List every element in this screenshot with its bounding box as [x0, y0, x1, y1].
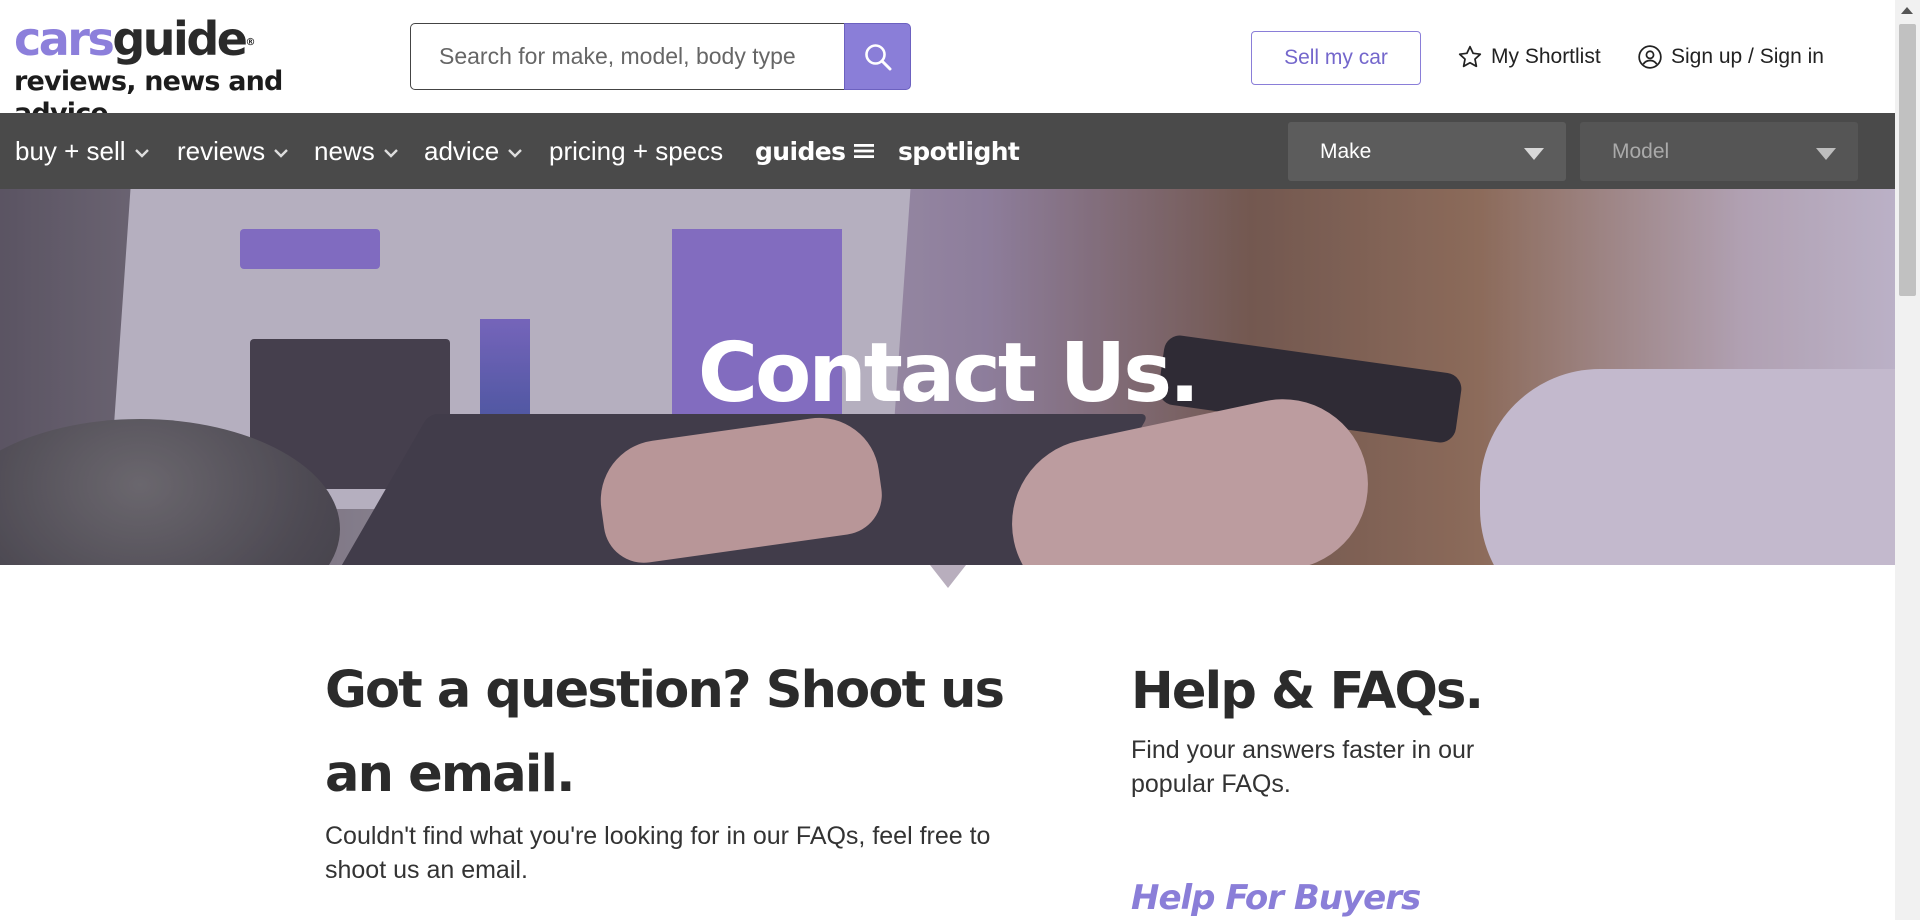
page-scrollbar[interactable] — [1895, 0, 1920, 920]
model-select[interactable]: Model — [1580, 122, 1858, 181]
nav-buy-sell[interactable]: buy + sell — [15, 113, 150, 189]
faqs-section: Help & FAQs. Find your answers faster in… — [1131, 662, 1601, 801]
scroll-up-arrow-icon[interactable] — [1901, 7, 1913, 14]
faqs-text: Find your answers faster in our popular … — [1131, 736, 1475, 798]
dropdown-arrow-icon — [1816, 148, 1836, 160]
user-circle-icon — [1638, 45, 1662, 69]
sign-in-link[interactable]: Sign up / Sign in — [1637, 42, 1824, 72]
site-header: carsguide® reviews, news and advice Sell… — [0, 0, 1895, 129]
nav-guides[interactable]: guides — [755, 113, 875, 189]
nav-news[interactable]: news — [314, 113, 399, 189]
my-shortlist-link[interactable]: My Shortlist — [1457, 42, 1601, 72]
nav-reviews-label: reviews — [177, 135, 266, 166]
dropdown-arrow-icon — [1524, 148, 1544, 160]
search-button[interactable] — [844, 23, 911, 90]
star-icon — [1458, 45, 1482, 68]
help-for-buyers-link[interactable]: Help For Buyers — [1131, 878, 1421, 918]
logo-wordmark: carsguide® — [14, 14, 374, 64]
nav-advice[interactable]: advice — [424, 113, 523, 189]
nav-spotlight[interactable]: spotlight — [898, 113, 1020, 189]
nav-reviews[interactable]: reviews — [177, 113, 289, 189]
hamburger-menu-icon — [854, 144, 875, 158]
make-select[interactable]: Make — [1288, 122, 1566, 181]
scrollbar-thumb[interactable] — [1899, 24, 1916, 296]
nav-guides-label: guides — [755, 136, 846, 166]
contact-section: Got a question? Shoot us an email. Could… — [325, 661, 1085, 887]
chevron-down-icon — [134, 149, 149, 158]
search-icon — [864, 43, 891, 70]
page-title: Contact Us. — [697, 326, 1200, 421]
nav-news-label: news — [314, 135, 375, 166]
logo-cars: cars — [14, 12, 115, 66]
logo-registered-mark: ® — [245, 37, 256, 48]
contact-heading: Got a question? Shoot us an email. — [325, 661, 1005, 804]
main-nav: buy + sell reviews news advice pricing +… — [0, 113, 1895, 189]
chevron-down-icon — [274, 149, 288, 158]
chevron-down-icon — [508, 149, 523, 158]
hero-banner: Contact Us. — [0, 189, 1895, 565]
chevron-down-icon — [383, 149, 398, 158]
sign-in-label: Sign up / Sign in — [1671, 45, 1824, 68]
nav-buy-sell-label: buy + sell — [15, 135, 126, 166]
logo-guide: guide — [112, 12, 248, 66]
hero-pointer — [930, 565, 966, 588]
nav-pricing-specs[interactable]: pricing + specs — [549, 113, 723, 189]
contact-text: Couldn't find what you're looking for in… — [325, 822, 991, 884]
shortlist-label: My Shortlist — [1491, 45, 1601, 68]
carsguide-logo[interactable]: carsguide® reviews, news and advice — [14, 14, 374, 129]
sell-my-car-button[interactable]: Sell my car — [1251, 31, 1421, 85]
faqs-heading: Help & FAQs. — [1131, 662, 1484, 721]
make-select-label: Make — [1320, 139, 1372, 163]
search-bar — [410, 23, 911, 90]
model-select-label: Model — [1612, 139, 1670, 163]
nav-advice-label: advice — [424, 135, 500, 166]
search-input[interactable] — [410, 23, 846, 90]
